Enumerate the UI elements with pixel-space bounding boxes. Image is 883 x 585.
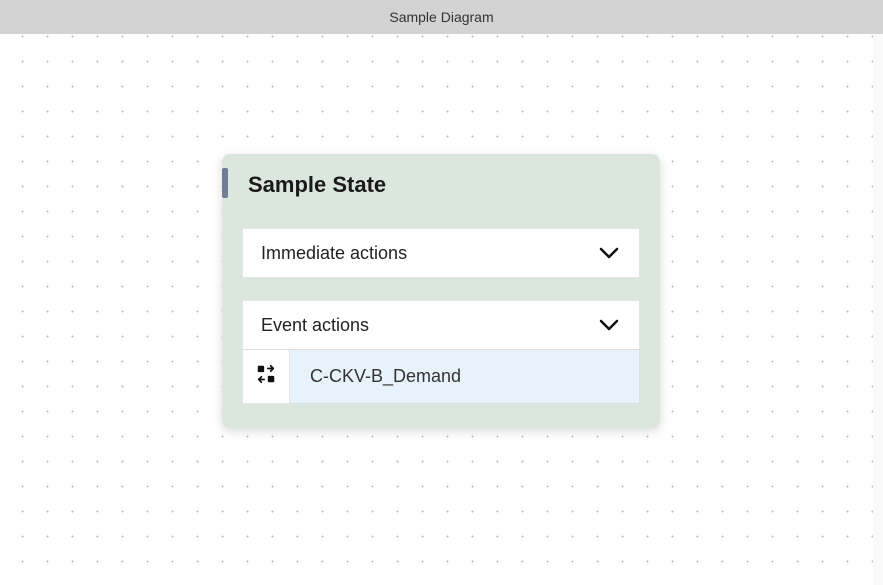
vertical-scrollbar[interactable] [873, 34, 883, 585]
event-action-item[interactable]: C-CKV-B_Demand [242, 350, 640, 404]
diagram-title: Sample Diagram [389, 9, 493, 25]
event-action-label-cell: C-CKV-B_Demand [290, 350, 640, 404]
event-actions-header[interactable]: Event actions [242, 300, 640, 350]
immediate-actions-label: Immediate actions [261, 243, 407, 264]
state-header: Sample State [242, 172, 640, 198]
immediate-actions-section: Immediate actions [242, 228, 640, 278]
event-actions-label: Event actions [261, 315, 369, 336]
title-bar: Sample Diagram [0, 0, 883, 34]
chevron-down-icon [597, 313, 621, 337]
event-actions-section: Event actions [242, 300, 640, 404]
state-title: Sample State [248, 172, 640, 198]
canvas-container: Sample State Immediate actions Event act… [0, 34, 883, 585]
event-action-label: C-CKV-B_Demand [310, 366, 461, 387]
state-node[interactable]: Sample State Immediate actions Event act… [222, 154, 660, 428]
immediate-actions-header[interactable]: Immediate actions [242, 228, 640, 278]
chevron-down-icon [597, 241, 621, 265]
swap-icon [255, 363, 277, 390]
state-accent-bar [222, 168, 228, 198]
event-action-icon-cell [242, 350, 290, 404]
